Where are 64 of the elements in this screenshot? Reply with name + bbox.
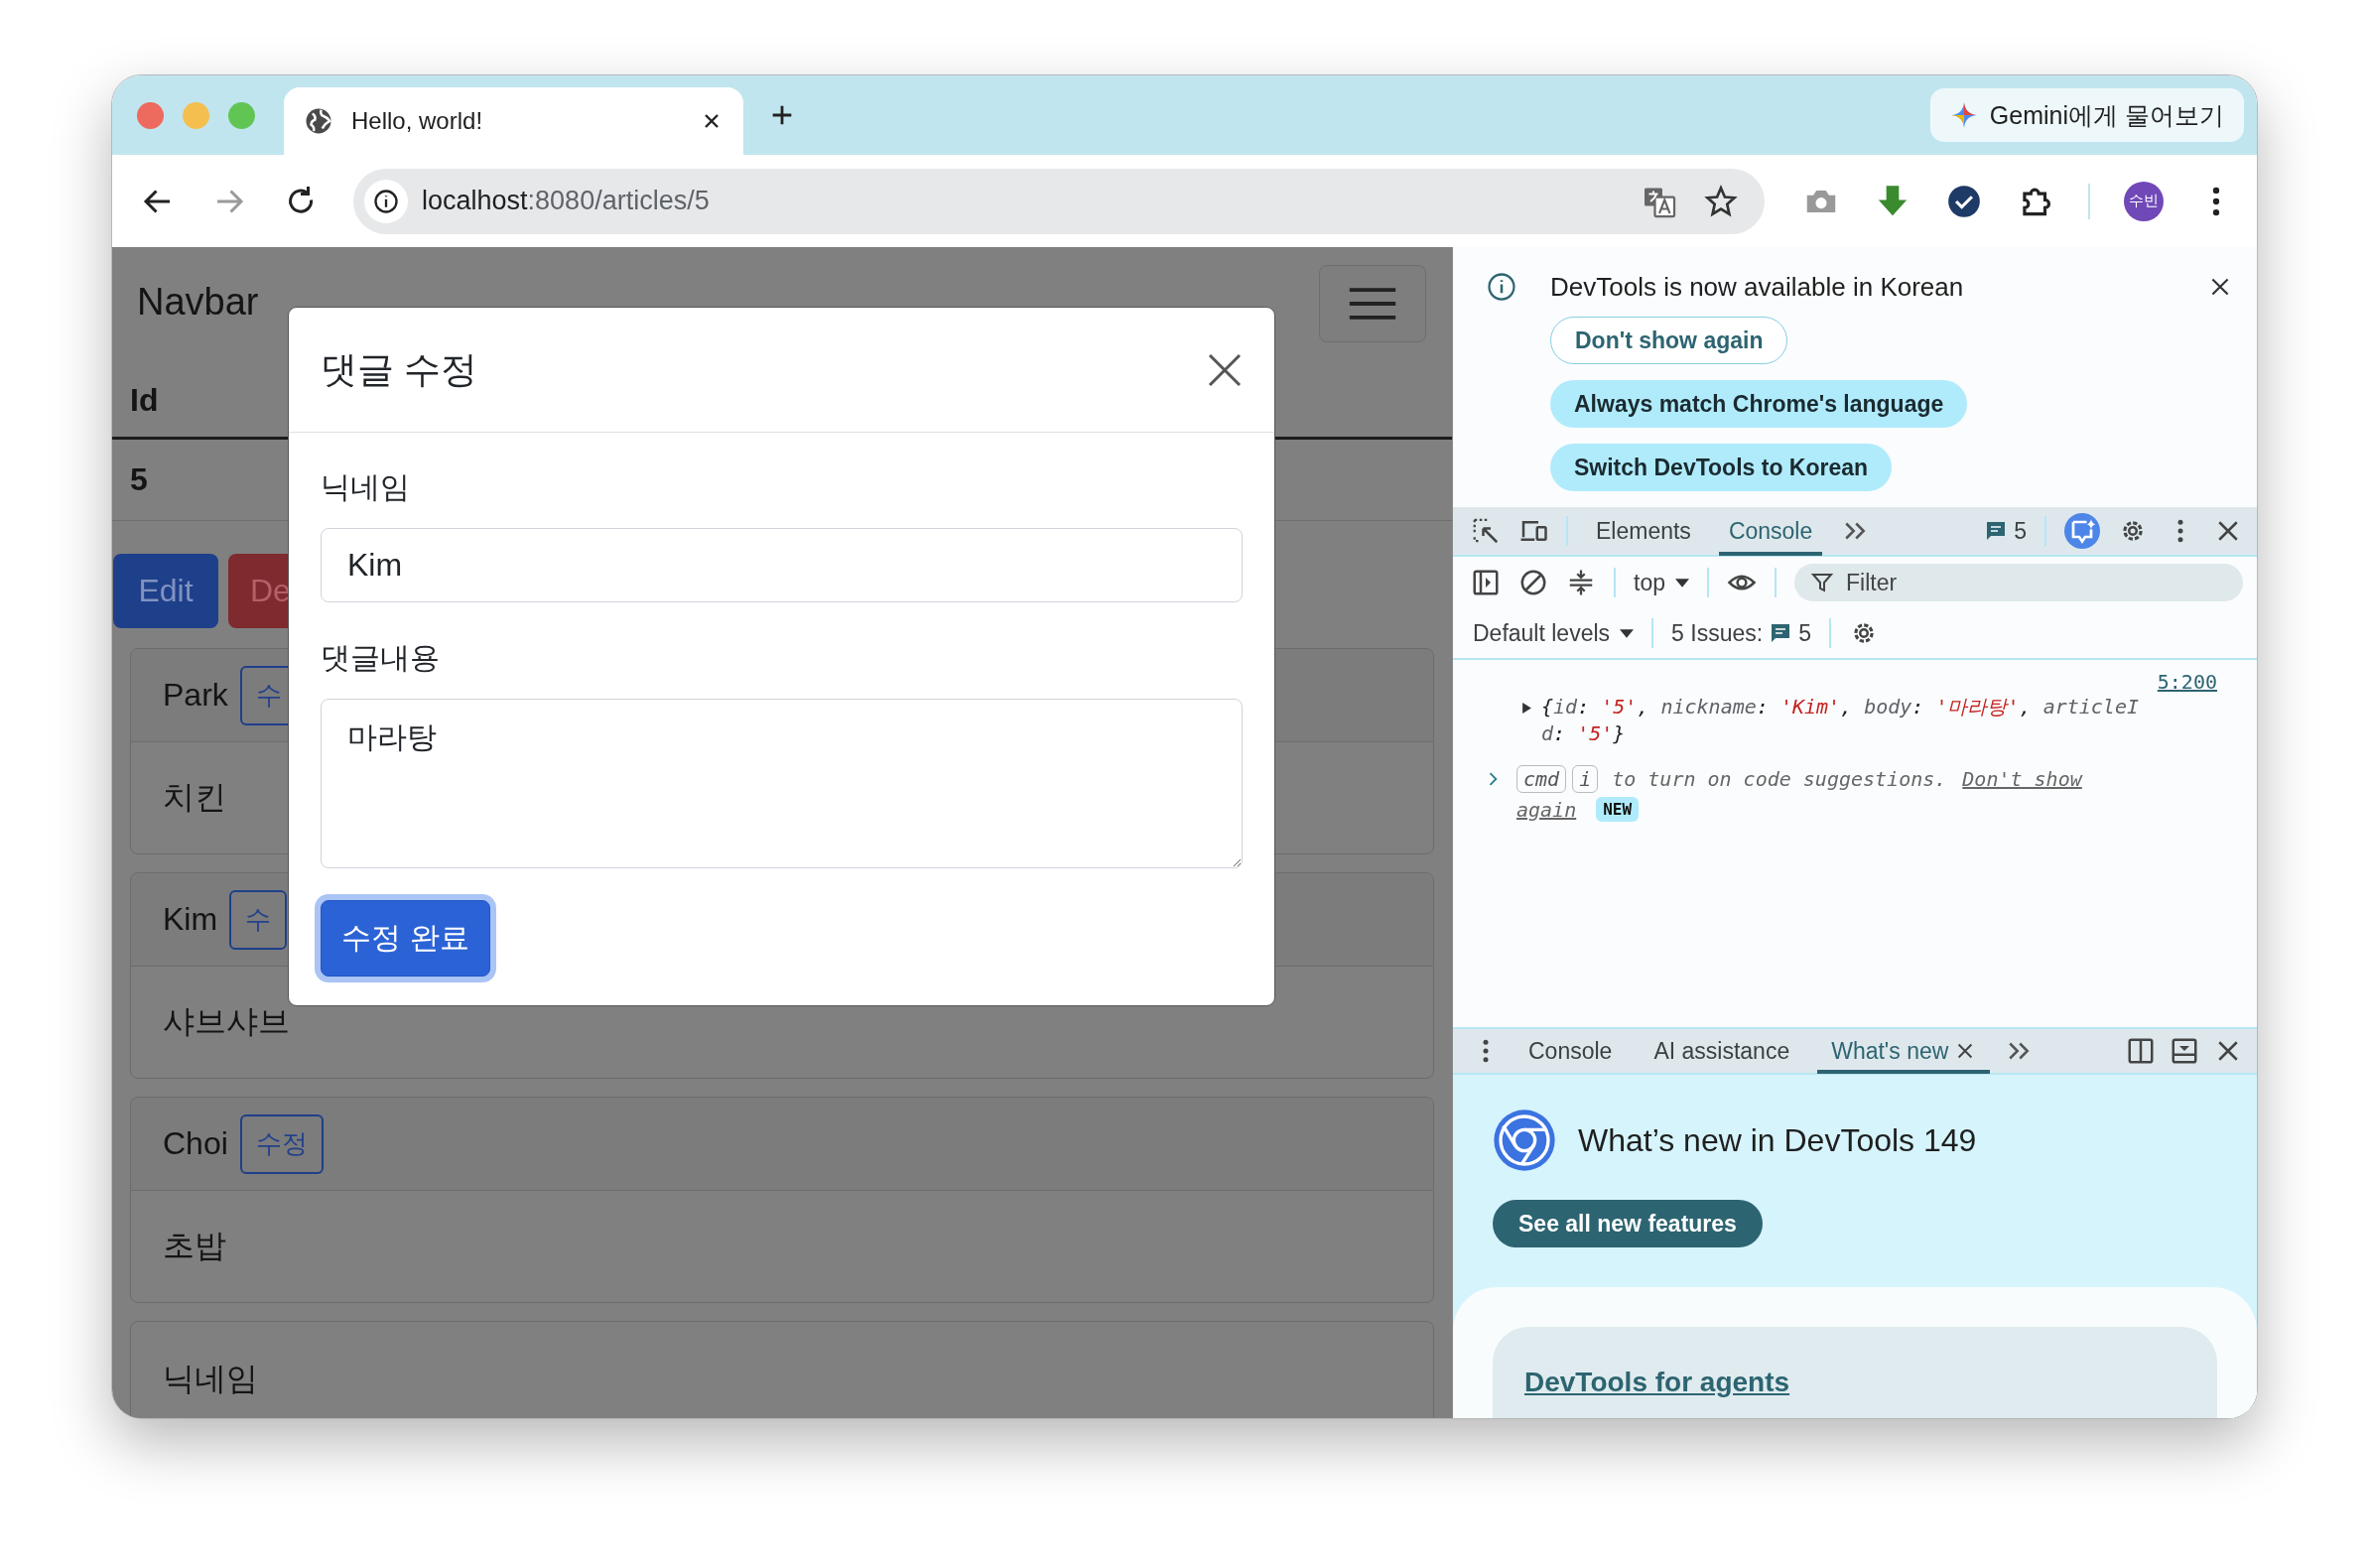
nickname-input[interactable]: Kim: [321, 528, 1243, 602]
key-cap: cmd: [1516, 765, 1567, 793]
comment-text: 초밥: [163, 1227, 226, 1265]
prompt-icon: [1489, 772, 1499, 786]
globe-icon: [304, 106, 333, 136]
caret-icon: [1620, 628, 1635, 638]
menu-icon: [1349, 287, 1396, 321]
infobar-message: DevTools is now available in Korean: [1550, 271, 1964, 303]
console-object: d: '5'}: [1541, 720, 1627, 747]
filter-icon: [1810, 571, 1834, 594]
dock-side-icon[interactable]: [2126, 1036, 2156, 1066]
comment-text: 샤브샤브: [163, 1002, 290, 1041]
drawer-tab[interactable]: Console: [1514, 1028, 1627, 1074]
caret-icon: [1675, 578, 1689, 588]
star-icon[interactable]: [1703, 183, 1739, 219]
profile-avatar[interactable]: 수빈: [2124, 181, 2164, 221]
form-label: 닉네임: [163, 1361, 258, 1396]
comment-author: Choi: [163, 1125, 228, 1162]
devtools-tab[interactable]: Elements: [1586, 506, 1701, 556]
comment-author: Park: [163, 677, 228, 714]
clear-console-icon[interactable]: [1518, 568, 1548, 597]
ring-logo-icon: [1493, 1109, 1556, 1172]
message-count[interactable]: 5: [1984, 517, 2027, 545]
see-features-button[interactable]: See all new features: [1493, 1200, 1763, 1247]
dont-show-link[interactable]: again: [1516, 797, 1577, 822]
devtools-tab[interactable]: Console: [1718, 506, 1823, 556]
dialog-title: 댓글 수정: [321, 347, 478, 392]
dismiss-button[interactable]: Don't show again: [1550, 317, 1788, 364]
table-header: Id: [130, 382, 159, 419]
field-label: 댓글내용: [321, 640, 440, 676]
infobar-button[interactable]: Always match Chrome's language: [1550, 380, 1968, 428]
navbar-brand[interactable]: Navbar: [137, 281, 259, 324]
drawer-tab[interactable]: AI assistance: [1640, 1028, 1804, 1074]
levels-dropdown[interactable]: Default levels: [1473, 619, 1635, 647]
url-text: localhost:8080/articles/5: [422, 186, 711, 216]
new-badge: NEW: [1596, 797, 1640, 822]
comment-textarea[interactable]: 마라탕: [321, 699, 1243, 868]
filter-field[interactable]: Filter: [1794, 564, 2243, 601]
field-label: 닉네임: [321, 469, 410, 505]
info-icon[interactable]: [364, 179, 408, 223]
menu-toggle-button[interactable]: [1319, 265, 1426, 342]
close-icon[interactable]: [1207, 351, 1243, 388]
dont-show-link[interactable]: Don't show: [1962, 767, 2082, 791]
whats-new-title: What’s new in DevTools 149: [1578, 1121, 1977, 1159]
info-icon: [1487, 272, 1516, 302]
context-dropdown[interactable]: top: [1634, 569, 1689, 596]
source-link[interactable]: 5:200: [2157, 670, 2217, 694]
ai-assistant-icon[interactable]: [2064, 513, 2100, 549]
expand-arrow-icon[interactable]: [1522, 703, 1531, 714]
address-bar[interactable]: localhost:8080/articles/5: [353, 168, 1765, 234]
feature-link[interactable]: DevTools for agents: [1524, 1367, 1790, 1397]
dock-bottom-icon[interactable]: [2170, 1036, 2199, 1066]
comment-text: 치킨: [163, 778, 226, 817]
browser-tab[interactable]: Hello, world!: [284, 87, 743, 155]
issues-count[interactable]: 5 Issues: 5: [1671, 619, 1811, 647]
infobar-button[interactable]: Switch DevTools to Korean: [1550, 444, 1893, 491]
table-cell: 5: [130, 461, 148, 498]
key-cap: i: [1572, 765, 1599, 793]
console-object: {id: '5', nickname: 'Kim', body: '마라탕', articleI: [1541, 694, 2139, 720]
inspect-element-icon[interactable]: [1471, 516, 1501, 546]
comment-author: Kim: [163, 901, 218, 938]
sidebar-icon[interactable]: [1471, 568, 1501, 597]
gemini-button[interactable]: Gemini에게 물어보기: [1929, 88, 2244, 142]
hint-text: to turn on code suggestions.: [1612, 767, 1947, 791]
